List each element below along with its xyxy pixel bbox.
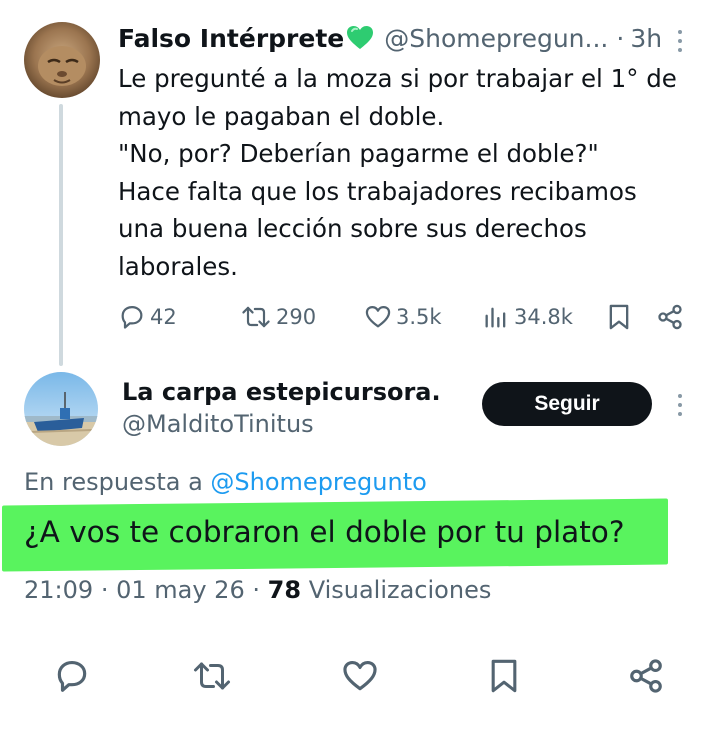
parent-tweet-header: Falso Intérprete @Shomepregun... · 3h: [118, 20, 662, 56]
author-handle[interactable]: @Shomepregun...: [384, 24, 608, 53]
reply-count: 42: [150, 305, 177, 329]
repost-button[interactable]: [190, 654, 234, 698]
avatar-falso-interprete[interactable]: [24, 22, 100, 98]
tweet-text-line: una buena lección sobre sus derechos: [118, 214, 587, 243]
share-icon: [656, 303, 684, 331]
reply-tweet-actions: [0, 654, 720, 698]
avatar-image: [24, 22, 100, 98]
avatar-image: [24, 372, 98, 446]
like-icon: [364, 303, 392, 331]
like-icon: [341, 657, 379, 695]
share-button[interactable]: [656, 300, 684, 334]
tweet-meta: 21:09 · 01 may 26 · 78 Visualizaciones: [24, 576, 491, 604]
like-count: 3.5k: [396, 305, 442, 329]
parent-tweet-text: Le pregunté a la moza si por trabajar el…: [118, 60, 698, 285]
bookmark-button[interactable]: [606, 300, 632, 334]
follow-button[interactable]: Seguir: [482, 382, 652, 426]
thread-connector-line: [59, 104, 63, 366]
tweet-time[interactable]: 3h: [630, 24, 662, 53]
separator-dot: ·: [100, 576, 109, 604]
separator-dot: ·: [252, 576, 260, 604]
reply-button[interactable]: 42: [118, 300, 177, 334]
share-icon: [627, 657, 665, 695]
avatar-la-carpa[interactable]: [24, 372, 98, 446]
bookmark-button[interactable]: [482, 654, 526, 698]
tweet-time[interactable]: 21:09: [24, 576, 93, 604]
views-icon: [482, 303, 510, 331]
views-count: 78: [267, 576, 302, 604]
reply-icon: [118, 303, 146, 331]
views-count: 34.8k: [514, 305, 573, 329]
repost-button[interactable]: 290: [240, 300, 316, 334]
separator-dot: ·: [616, 23, 625, 53]
repost-count: 290: [276, 305, 317, 329]
reply-button[interactable]: [50, 654, 94, 698]
reply-tweet-text: ¿A vos te cobraron el doble por tu plato…: [24, 515, 625, 549]
green-heart-icon: [346, 25, 374, 51]
in-reply-mention-link[interactable]: @Shomepregunto: [210, 468, 426, 496]
in-reply-to: En respuesta a @Shomepregunto: [24, 468, 427, 496]
parent-tweet-actions: 42 290 3.5k 34.8k: [118, 300, 688, 334]
share-button[interactable]: [624, 654, 668, 698]
tweet-text-line: Hace falta que los trabajadores recibamo…: [118, 176, 637, 206]
repost-icon: [240, 303, 272, 331]
reply-icon: [53, 657, 91, 695]
views-label[interactable]: Visualizaciones: [309, 576, 492, 604]
tweet-text-line: Le pregunté a la moza si por trabajar el…: [118, 64, 677, 93]
more-vertical-icon[interactable]: [672, 390, 688, 420]
bookmark-icon: [487, 657, 521, 695]
tweet-text-line: mayo le pagaban el doble.: [118, 101, 445, 131]
more-vertical-icon[interactable]: [672, 26, 688, 56]
reply-author-name[interactable]: La carpa estepicursora.: [122, 378, 441, 406]
tweet-text-line: laborales.: [118, 251, 238, 281]
like-button[interactable]: 3.5k: [364, 300, 442, 334]
views-button[interactable]: 34.8k: [482, 300, 573, 334]
tweet-text-line: "No, por? Deberían pagarme el doble?": [118, 139, 599, 168]
in-reply-prefix: En respuesta a: [24, 468, 203, 496]
like-button[interactable]: [338, 654, 382, 698]
author-name[interactable]: Falso Intérprete: [118, 24, 344, 53]
repost-icon: [191, 657, 233, 695]
bookmark-icon: [606, 303, 632, 331]
tweet-date[interactable]: 01 may 26: [116, 576, 245, 604]
reply-author-handle[interactable]: @MalditoTinitus: [122, 410, 314, 438]
